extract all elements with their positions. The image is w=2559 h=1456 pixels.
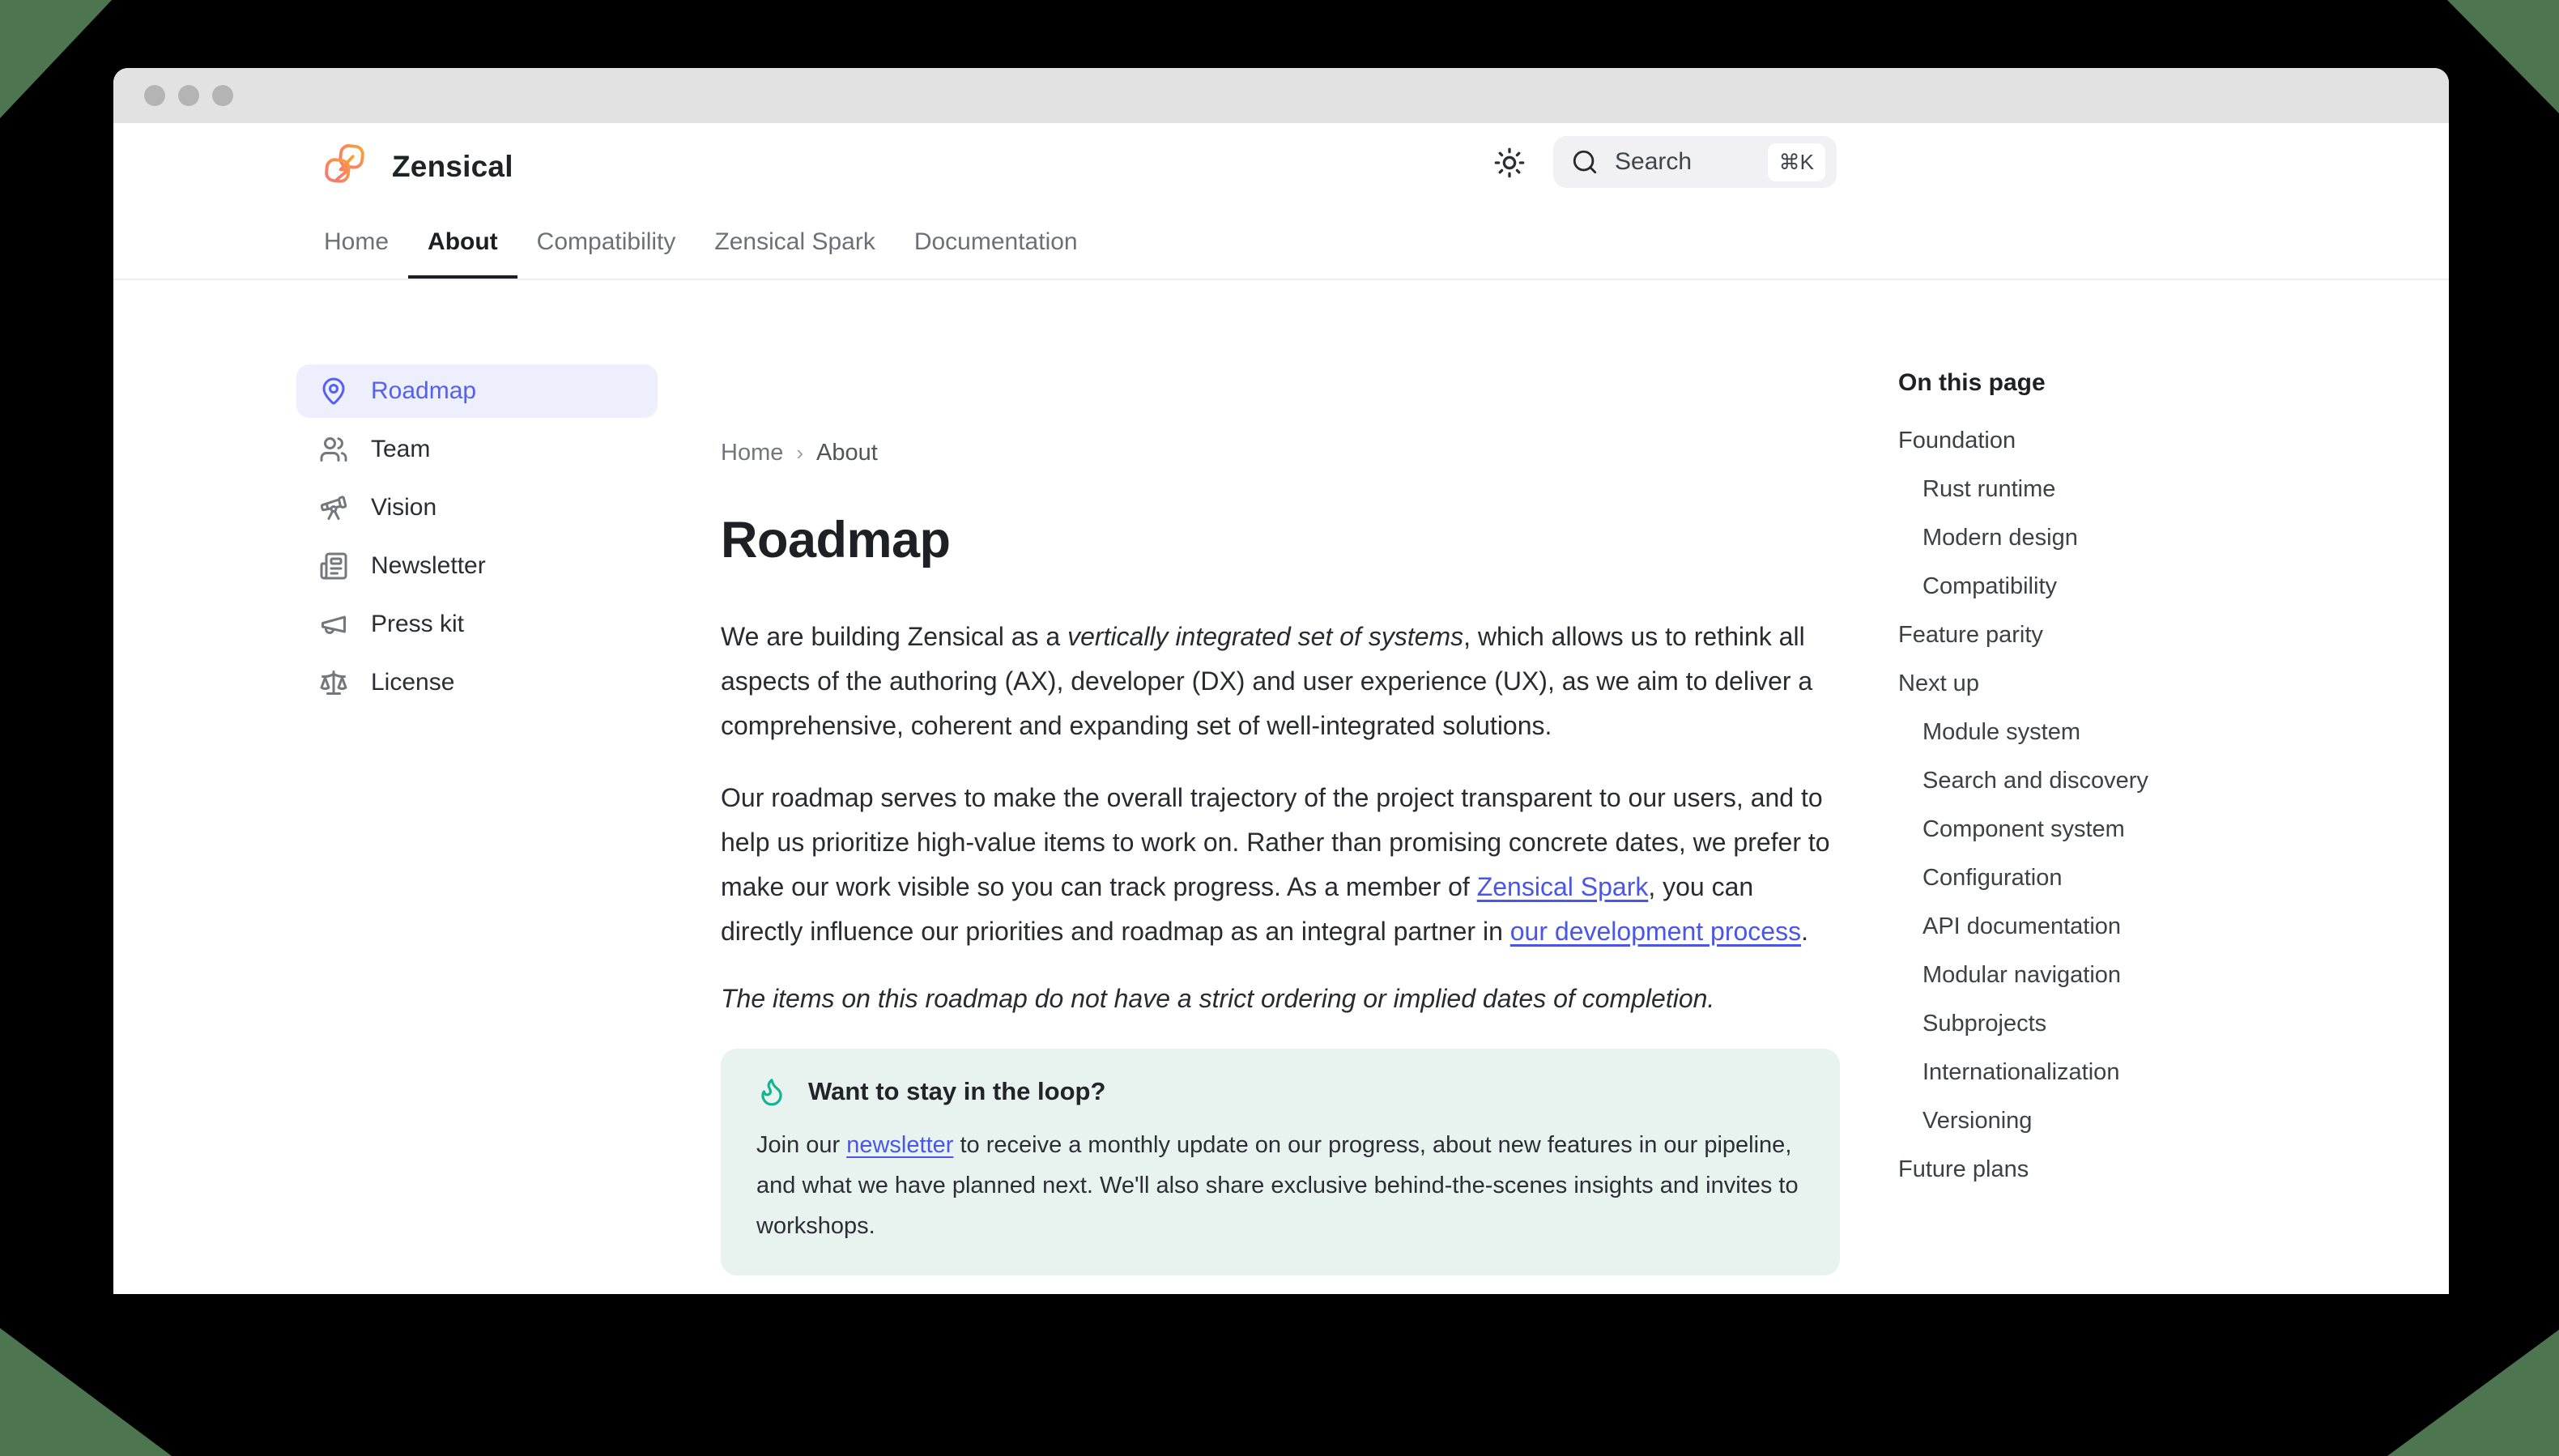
toc-item-api-documentation[interactable]: API documentation [1898, 902, 2319, 951]
development-process-link[interactable]: our development process [1510, 917, 1801, 946]
toc-item-foundation[interactable]: Foundation [1898, 416, 2319, 465]
flame-icon [756, 1076, 787, 1107]
paragraph-roadmap: Our roadmap serves to make the overall t… [721, 776, 1840, 954]
toc-item-subprojects[interactable]: Subprojects [1898, 999, 2319, 1048]
sidebar-item-label: Press kit [371, 611, 464, 638]
sidebar-item-label: Vision [371, 494, 436, 522]
toc-list: Foundation Rust runtime Modern design Co… [1898, 416, 2319, 1194]
users-icon [319, 435, 348, 464]
toc-item-internationalization[interactable]: Internationalization [1898, 1048, 2319, 1096]
sidebar-item-label: Newsletter [371, 552, 486, 580]
sidebar-item-license[interactable]: License [296, 656, 658, 709]
scale-icon [319, 668, 348, 697]
zensical-logo-icon [322, 139, 368, 194]
tab-about[interactable]: About [408, 228, 517, 279]
toc-item-versioning[interactable]: Versioning [1898, 1096, 2319, 1145]
window-control-dot[interactable] [178, 85, 199, 106]
breadcrumb-current: About [816, 436, 878, 469]
browser-window: Zensical Search ⌘K Home About Compatibil… [113, 68, 2449, 1294]
window-control-dot[interactable] [212, 85, 233, 106]
search-shortcut-badge: ⌘K [1768, 143, 1825, 181]
zensical-spark-link[interactable]: Zensical Spark [1477, 872, 1649, 901]
brand[interactable]: Zensical [322, 139, 513, 194]
sidebar-item-label: Team [371, 436, 430, 463]
header-divider [113, 279, 2449, 280]
breadcrumb: Home › About [721, 436, 1840, 469]
telescope-icon [319, 493, 348, 522]
toc-item-rust-runtime[interactable]: Rust runtime [1898, 465, 2319, 513]
breadcrumb-home-link[interactable]: Home [721, 436, 783, 469]
toc-item-future-plans[interactable]: Future plans [1898, 1145, 2319, 1194]
search-input[interactable]: Search ⌘K [1553, 136, 1837, 188]
tab-home[interactable]: Home [324, 228, 389, 279]
sidebar-item-vision[interactable]: Vision [296, 481, 658, 534]
page-title: Roadmap [721, 511, 1840, 569]
paragraph-text: We are building Zensical as a [721, 622, 1067, 651]
article: Home › About Roadmap We are building Zen… [721, 436, 1840, 1294]
sidebar-item-newsletter[interactable]: Newsletter [296, 539, 658, 593]
tab-documentation[interactable]: Documentation [914, 228, 1078, 279]
sidebar-item-team[interactable]: Team [296, 423, 658, 476]
window-control-dot[interactable] [144, 85, 165, 106]
chevron-right-icon: › [796, 436, 803, 469]
paragraph-intro: We are building Zensical as a vertically… [721, 615, 1840, 748]
sidebar-item-roadmap[interactable]: Roadmap [296, 364, 658, 418]
toc-item-modular-navigation[interactable]: Modular navigation [1898, 951, 2319, 999]
toc-item-configuration[interactable]: Configuration [1898, 854, 2319, 902]
toc-item-compatibility[interactable]: Compatibility [1898, 562, 2319, 611]
search-icon [1571, 148, 1599, 176]
sidebar-item-press-kit[interactable]: Press kit [296, 598, 658, 651]
newsletter-link[interactable]: newsletter [846, 1132, 953, 1158]
toc-item-component-system[interactable]: Component system [1898, 805, 2319, 854]
sidebar-nav: Roadmap Team Vision Newsletter Press kit [296, 364, 658, 714]
paragraph-note: The items on this roadmap do not have a … [721, 977, 1840, 1021]
window-titlebar[interactable] [113, 68, 2449, 123]
toc-item-search-and-discovery[interactable]: Search and discovery [1898, 756, 2319, 805]
tab-compatibility[interactable]: Compatibility [537, 228, 676, 279]
paragraph-text: Join our [756, 1132, 846, 1158]
paragraph-emphasis: vertically integrated set of systems [1067, 622, 1463, 651]
table-of-contents: On this page Foundation Rust runtime Mod… [1898, 369, 2319, 1194]
toc-title: On this page [1898, 369, 2319, 397]
newsletter-admonition: Want to stay in the loop? Join our newsl… [721, 1049, 1840, 1275]
map-pin-icon [319, 377, 348, 406]
sidebar-item-label: Roadmap [371, 377, 476, 405]
toc-item-next-up[interactable]: Next up [1898, 659, 2319, 708]
theme-toggle-button[interactable] [1493, 147, 1526, 179]
tab-zensical-spark[interactable]: Zensical Spark [714, 228, 875, 279]
admonition-header: Want to stay in the loop? [756, 1076, 1804, 1107]
search-placeholder: Search [1615, 148, 1752, 176]
admonition-title: Want to stay in the loop? [808, 1077, 1105, 1106]
toc-item-modern-design[interactable]: Modern design [1898, 513, 2319, 562]
sun-icon [1493, 147, 1526, 179]
newspaper-icon [319, 551, 348, 581]
toc-item-feature-parity[interactable]: Feature parity [1898, 611, 2319, 659]
brand-title: Zensical [392, 150, 513, 184]
admonition-body: Join our newsletter to receive a monthly… [756, 1125, 1804, 1246]
paragraph-text: . [1801, 917, 1808, 946]
toc-item-module-system[interactable]: Module system [1898, 708, 2319, 756]
top-navigation: Home About Compatibility Zensical Spark … [324, 228, 1078, 279]
megaphone-icon [319, 610, 348, 639]
sidebar-item-label: License [371, 669, 454, 696]
